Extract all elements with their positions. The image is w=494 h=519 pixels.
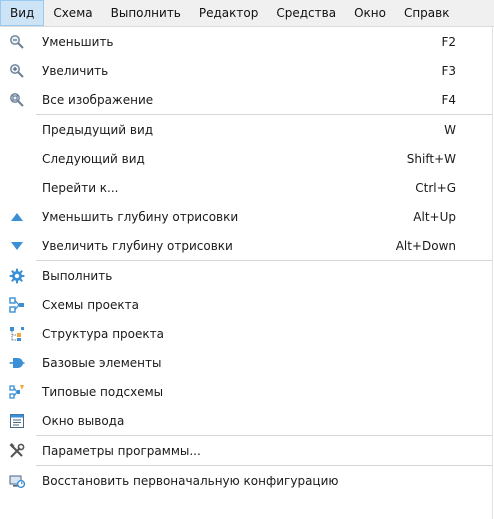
zoom-fit-icon bbox=[0, 85, 34, 114]
menu-item-restore-config[interactable]: Восстановить первоначальную конфигурацию bbox=[0, 466, 492, 495]
menu-item-increase-depth[interactable]: Увеличить глубину отрисовки Alt+Down bbox=[0, 231, 492, 260]
menu-item-shortcut: F3 bbox=[441, 63, 456, 78]
menu-bar: Вид Схема Выполнить Редактор Средства Ок… bbox=[0, 0, 494, 27]
gear-icon bbox=[0, 261, 34, 290]
zoom-out-icon bbox=[0, 27, 34, 56]
menu-item-label: Уменьшить глубину отрисовки bbox=[42, 209, 239, 224]
menu-item-program-settings[interactable]: Параметры программы... bbox=[0, 436, 492, 465]
project-structure-icon bbox=[0, 319, 34, 348]
typical-subschemes-icon bbox=[0, 377, 34, 406]
menu-item-shortcut: W bbox=[444, 122, 456, 137]
menu-item-output-window[interactable]: Окно вывода bbox=[0, 406, 492, 435]
menu-item-label: Увеличить глубину отрисовки bbox=[42, 238, 233, 253]
menu-item-label: Увеличить bbox=[42, 63, 109, 78]
menu-window[interactable]: Окно bbox=[345, 0, 395, 26]
menu-help[interactable]: Справк bbox=[395, 0, 459, 26]
menu-item-shortcut: Shift+W bbox=[406, 151, 456, 166]
menu-item-shortcut: F4 bbox=[441, 92, 456, 107]
menu-item-next-view[interactable]: Следующий вид Shift+W bbox=[0, 144, 492, 173]
menu-item-label: Перейти к... bbox=[42, 180, 119, 195]
output-window-icon bbox=[0, 406, 34, 435]
menu-item-zoom-out[interactable]: Уменьшить F2 bbox=[0, 27, 492, 56]
triangle-down-icon bbox=[0, 231, 34, 260]
triangle-up-icon bbox=[0, 202, 34, 231]
zoom-in-icon bbox=[0, 56, 34, 85]
menu-item-label: Параметры программы... bbox=[42, 443, 201, 458]
menu-item-label: Выполнить bbox=[42, 268, 113, 283]
menu-item-typical-subschemes[interactable]: Типовые подсхемы bbox=[0, 377, 492, 406]
menu-item-shortcut: F2 bbox=[441, 34, 456, 49]
menu-item-label: Все изображение bbox=[42, 92, 154, 107]
menu-item-label: Структура проекта bbox=[42, 326, 164, 341]
menu-item-zoom-in[interactable]: Увеличить F3 bbox=[0, 56, 492, 85]
menu-item-fit-all[interactable]: Все изображение F4 bbox=[0, 85, 492, 114]
menu-editor[interactable]: Редактор bbox=[190, 0, 267, 26]
menu-item-label: Типовые подсхемы bbox=[42, 384, 164, 399]
menu-item-shortcut: Ctrl+G bbox=[415, 180, 456, 195]
base-elements-icon bbox=[0, 348, 34, 377]
menu-item-project-schemes[interactable]: Схемы проекта bbox=[0, 290, 492, 319]
tools-icon bbox=[0, 436, 34, 465]
menu-item-label: Уменьшить bbox=[42, 34, 114, 49]
menu-tools[interactable]: Средства bbox=[267, 0, 345, 26]
menu-item-label: Окно вывода bbox=[42, 413, 125, 428]
menu-item-run[interactable]: Выполнить bbox=[0, 261, 492, 290]
menu-scheme[interactable]: Схема bbox=[44, 0, 101, 26]
menu-view[interactable]: Вид bbox=[0, 0, 45, 26]
menu-item-project-structure[interactable]: Структура проекта bbox=[0, 319, 492, 348]
menu-item-label: Следующий вид bbox=[42, 151, 145, 166]
view-dropdown-menu: Уменьшить F2 Увеличить F3 Все изображени… bbox=[0, 27, 493, 519]
menu-item-shortcut: Alt+Down bbox=[395, 238, 456, 253]
menu-item-label: Базовые элементы bbox=[42, 355, 162, 370]
project-schemes-icon bbox=[0, 290, 34, 319]
menu-item-decrease-depth[interactable]: Уменьшить глубину отрисовки Alt+Up bbox=[0, 202, 492, 231]
menu-item-label: Восстановить первоначальную конфигурацию bbox=[42, 473, 339, 488]
menu-item-previous-view[interactable]: Предыдущий вид W bbox=[0, 115, 492, 144]
menu-item-shortcut: Alt+Up bbox=[413, 209, 456, 224]
menu-item-label: Схемы проекта bbox=[42, 297, 139, 312]
menu-item-goto[interactable]: Перейти к... Ctrl+G bbox=[0, 173, 492, 202]
menu-run[interactable]: Выполнить bbox=[102, 0, 190, 26]
restore-config-icon bbox=[0, 466, 34, 495]
menu-item-label: Предыдущий вид bbox=[42, 122, 154, 137]
menu-item-base-elements[interactable]: Базовые элементы bbox=[0, 348, 492, 377]
